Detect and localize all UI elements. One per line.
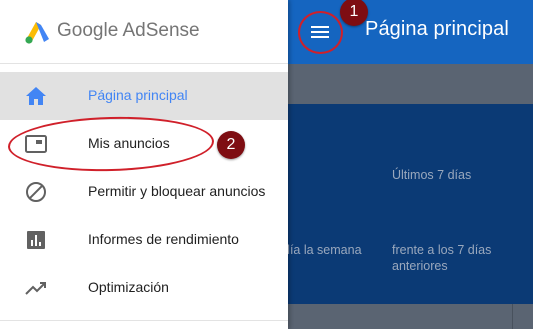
divider	[0, 320, 288, 321]
nav-item-optimization[interactable]: Optimización	[0, 264, 288, 312]
annotation-badge-2: 2	[217, 131, 245, 159]
nav-item-performance-reports[interactable]: Informes de rendimiento	[0, 216, 288, 264]
hamburger-menu-button[interactable]	[300, 12, 340, 52]
same-day-week-label: día la semana	[283, 243, 362, 257]
page-title: Página principal	[365, 18, 509, 40]
ad-unit-icon	[24, 132, 48, 156]
nav-item-label: Permitir y bloquear anuncios	[88, 183, 266, 199]
navigation-drawer: Google AdSense Página principal Mis anun…	[0, 0, 288, 329]
last-7-days-label: Últimos 7 días	[392, 168, 472, 182]
nav-item-home[interactable]: Página principal	[0, 72, 288, 120]
adsense-logo-icon	[25, 22, 49, 44]
nav-item-label: Mis anuncios	[88, 135, 170, 151]
sub-toolbar	[288, 64, 533, 104]
block-icon	[24, 180, 48, 204]
hamburger-icon	[311, 26, 329, 38]
divider	[512, 304, 513, 329]
summary-panel	[288, 104, 533, 304]
home-icon	[24, 84, 48, 108]
nav-list: Página principal Mis anuncios Permitir y…	[0, 72, 288, 312]
nav-item-label: Página principal	[88, 87, 188, 103]
nav-item-label: Optimización	[88, 279, 169, 295]
lower-band	[288, 304, 533, 329]
drawer-header: Google AdSense	[0, 0, 288, 64]
nav-item-label: Informes de rendimiento	[88, 231, 239, 247]
nav-item-allow-block-ads[interactable]: Permitir y bloquear anuncios	[0, 168, 288, 216]
trending-up-icon	[24, 276, 48, 300]
vs-previous-7-days-label: frente a los 7 días anteriores	[392, 243, 492, 273]
bar-chart-icon	[24, 228, 48, 252]
logo-text: Google AdSense	[57, 20, 200, 41]
